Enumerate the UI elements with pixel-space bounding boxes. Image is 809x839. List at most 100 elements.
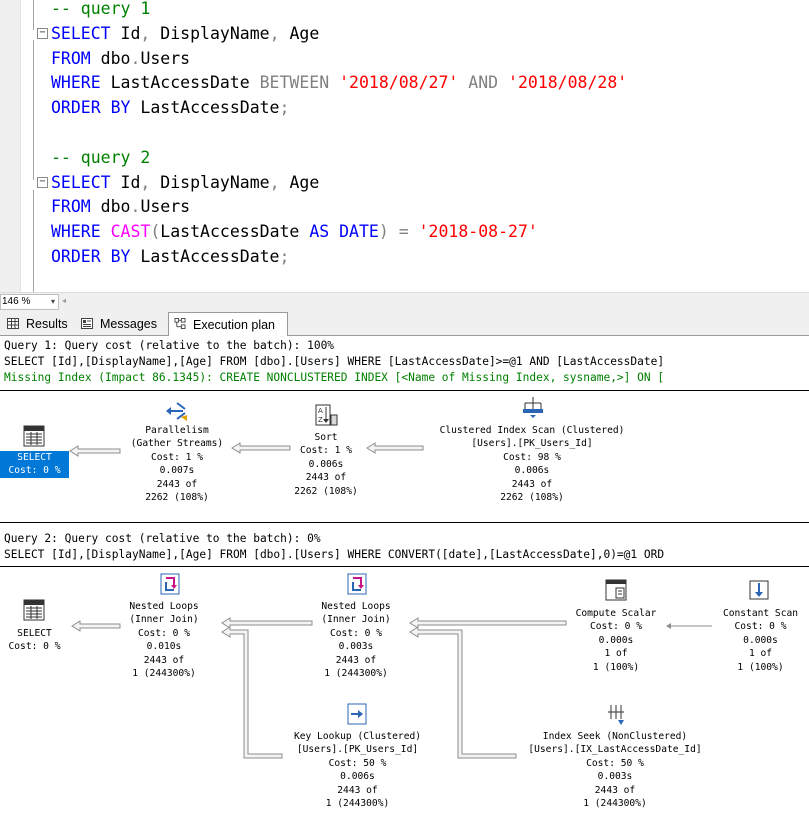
code-token: DisplayName xyxy=(150,172,270,192)
plan-node-line: Cost: 0 % xyxy=(8,641,61,653)
code-token: ORDER BY xyxy=(51,98,131,118)
results-tab-bar: Results Messages Execution plan xyxy=(0,310,809,337)
plan-node-line: 2443 of xyxy=(335,654,377,666)
fold-toggle-query-1[interactable]: − xyxy=(37,28,48,39)
plan-node-line: Cost: 0 % xyxy=(330,627,382,639)
code-line: FROM dbo.Users xyxy=(51,195,190,219)
query-2-cost-header: Query 2: Query cost (relative to the bat… xyxy=(4,532,321,545)
code-token: Age xyxy=(279,23,320,43)
plan-node-label: Compute Scalar Cost: 0 % 0.000s 1 of 1 (100%… xyxy=(556,607,676,674)
code-token: SELECT xyxy=(51,172,111,192)
plan-node-line: Cost: 1 % xyxy=(151,451,203,463)
plan-node-line: 2262 (108%) xyxy=(145,492,209,504)
nested-loops-icon xyxy=(347,573,367,595)
scroll-left-arrow-icon[interactable]: ◂ xyxy=(62,296,66,305)
plan-node-line: Sort xyxy=(314,432,338,443)
code-token: -- query 2 xyxy=(51,147,151,167)
code-token: LastAccessDate xyxy=(100,73,260,93)
code-token: = xyxy=(398,222,409,242)
code-token: '2018/08/28' xyxy=(508,73,628,93)
code-token: Users xyxy=(140,197,191,217)
code-token: CAST xyxy=(110,222,151,242)
tab-execution-plan[interactable]: Execution plan xyxy=(168,312,288,337)
plan-node-line: Constant Scan xyxy=(722,608,799,619)
plan-node-line: 1 (100%) xyxy=(737,661,784,673)
fold-toggle-query-2[interactable]: − xyxy=(37,177,48,188)
select-icon xyxy=(23,425,45,447)
query-2-header-separator xyxy=(0,566,809,567)
code-token: Age xyxy=(279,172,320,192)
plan-node-line: Clustered Index Scan (Clustered) xyxy=(439,425,625,436)
code-token: , xyxy=(140,172,151,192)
code-token: ; xyxy=(279,247,290,266)
index-seek-icon xyxy=(608,705,624,725)
select-icon xyxy=(23,599,45,621)
fold-margin-line xyxy=(33,0,34,30)
code-token: '2018-08-27' xyxy=(418,222,538,242)
plan-node-label: Nested Loops (Inner Join) Cost: 0 % 0.003s 2… xyxy=(306,600,406,680)
code-line: WHERE CAST(LastAccessDate AS DATE) = '20… xyxy=(51,220,538,244)
execution-plan-pane[interactable]: Query 1: Query cost (relative to the bat… xyxy=(0,336,809,839)
query-2-top-separator xyxy=(0,522,809,523)
plan-node-line: 0.006s xyxy=(340,771,375,783)
code-line: FROM dbo.Users xyxy=(51,47,190,71)
tab-messages-label: Messages xyxy=(100,317,157,331)
plan-node-line: 0.006s xyxy=(308,458,344,470)
plan-node-line: Cost: 1 % xyxy=(300,445,352,457)
code-token: Id xyxy=(110,172,141,192)
plan-node-line: Cost: 0 % xyxy=(590,621,642,633)
plan-node-line: Cost: 0 % xyxy=(734,621,787,633)
plan-node-line: 0.007s xyxy=(159,465,195,477)
plan-node-line: 1 (244300%) xyxy=(325,798,390,810)
query-editor[interactable]: − − -- query 1 SELECT Id, DisplayName, Ag… xyxy=(0,0,809,292)
code-token: DisplayName xyxy=(150,23,270,43)
plan-node-line: Compute Scalar xyxy=(575,608,657,619)
code-token: Id xyxy=(110,23,141,43)
code-token: '2018/08/27' xyxy=(339,73,459,93)
code-token: -- query 1 xyxy=(51,0,151,18)
code-token: BETWEEN xyxy=(259,73,330,93)
code-line: ORDER BY LastAccessDate; xyxy=(51,96,289,120)
code-token: DATE xyxy=(339,222,379,242)
plan-node-label: Constant Scan Cost: 0 % 0.000s 1 of 1 (100%) xyxy=(712,607,809,674)
plan-node-line: 1 of xyxy=(604,648,628,660)
code-token: WHERE xyxy=(51,73,101,93)
plan-node-line: 2443 of xyxy=(511,478,553,490)
plan-node-label: Sort Cost: 1 % 0.006s 2443 of 2262 (108%) xyxy=(276,431,376,498)
code-token: ) xyxy=(378,222,389,242)
code-token: LastAccessDate xyxy=(160,222,310,242)
parallelism-icon xyxy=(166,402,187,421)
plan-node-line: SELECT xyxy=(17,628,52,639)
code-token: FROM xyxy=(51,197,91,217)
plan-node-line: 1 (244300%) xyxy=(132,668,196,680)
compute-scalar-icon xyxy=(605,579,627,601)
plan-node-line: 2443 of xyxy=(337,784,378,796)
plan-node-line: Key Lookup (Clustered) xyxy=(293,731,422,742)
tab-results[interactable]: Results xyxy=(2,314,72,334)
zoom-dropdown[interactable]: 146 % ▾ xyxy=(0,294,59,310)
grid-icon xyxy=(7,318,19,329)
code-token: Users xyxy=(140,48,191,68)
plan-node-line: Cost: 98 % xyxy=(503,451,561,463)
fold-margin-line xyxy=(33,40,34,180)
tab-messages[interactable]: Messages xyxy=(76,314,166,334)
plan-node-line: [Users].[PK_Users_Id] xyxy=(471,438,593,450)
plan-node-line: 1 (100%) xyxy=(592,661,640,673)
code-token: , xyxy=(269,172,280,192)
messages-icon xyxy=(81,318,93,329)
plan-node-line: 1 of xyxy=(748,648,773,660)
plan-node-line: (Gather Streams) xyxy=(130,438,224,450)
clustered-index-scan-icon xyxy=(523,397,543,418)
code-token: ORDER BY xyxy=(51,247,131,266)
code-token: SELECT xyxy=(51,23,111,43)
editor-gutter xyxy=(0,0,21,292)
svg-text:Z: Z xyxy=(318,416,323,424)
plan-node-line: 0.010s xyxy=(146,641,182,653)
plan-node-label: Nested Loops (Inner Join) Cost: 0 % 0.010s 2… xyxy=(114,600,214,680)
code-token: LastAccessDate xyxy=(130,98,280,118)
plan-node-line: Cost: 0 % xyxy=(138,627,190,639)
